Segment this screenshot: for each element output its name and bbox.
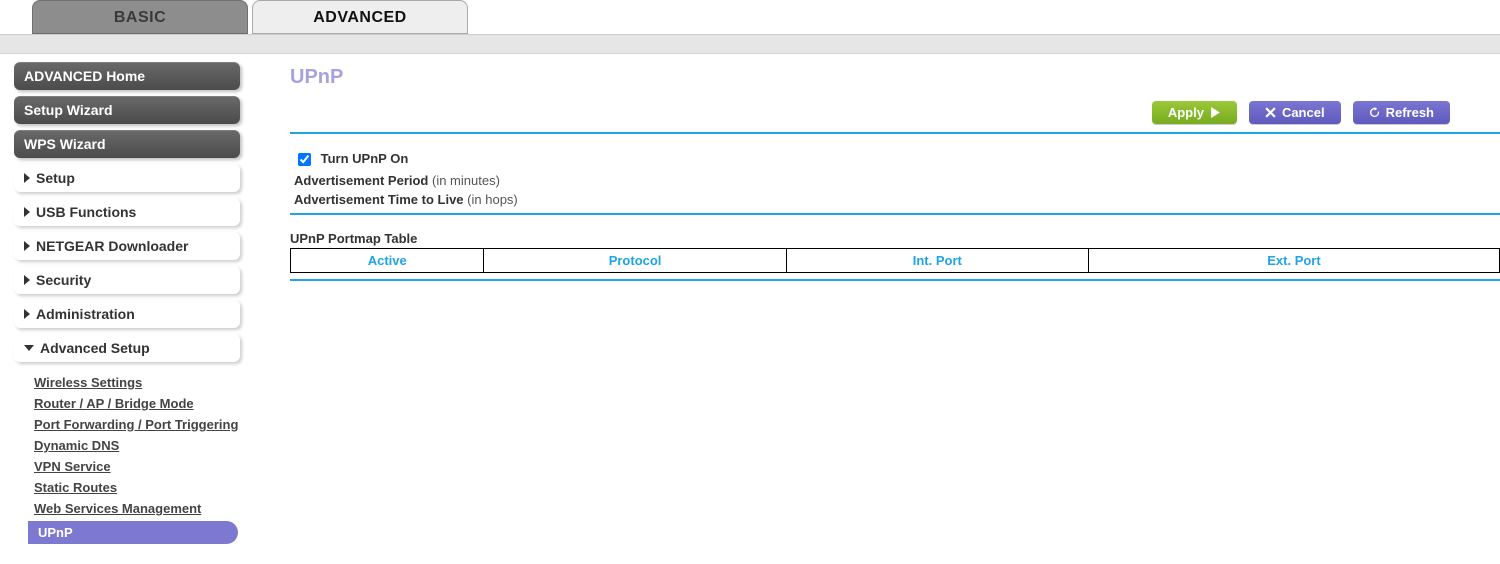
- turn-upnp-on-checkbox[interactable]: [298, 153, 311, 166]
- subnav-static-routes[interactable]: Static Routes: [34, 477, 240, 498]
- sidebar: ADVANCED Home Setup Wizard WPS Wizard Se…: [0, 54, 250, 564]
- row-turn-upnp-on: Turn UPnP On: [294, 150, 1500, 169]
- sidebar-item-security[interactable]: Security: [14, 266, 240, 294]
- sidebar-submenu: Wireless Settings Router / AP / Bridge M…: [14, 368, 240, 544]
- sidebar-item-label: Security: [36, 272, 91, 288]
- sidebar-item-advanced-setup[interactable]: Advanced Setup: [14, 334, 240, 362]
- chevron-right-icon: [24, 207, 30, 217]
- sidebar-item-label: Setup: [36, 170, 75, 186]
- tab-strip: [0, 34, 1500, 54]
- subnav-wireless-settings[interactable]: Wireless Settings: [34, 372, 240, 393]
- button-label: Apply: [1168, 105, 1204, 120]
- subnav-port-forwarding[interactable]: Port Forwarding / Port Triggering: [34, 414, 240, 435]
- chevron-right-icon: [24, 173, 30, 183]
- col-protocol: Protocol: [484, 249, 786, 273]
- ad-ttl-label: Advertisement Time to Live: [294, 192, 464, 207]
- sidebar-item-administration[interactable]: Administration: [14, 300, 240, 328]
- divider: [290, 132, 1500, 134]
- button-label: Cancel: [1282, 105, 1325, 120]
- portmap-table: Active Protocol Int. Port Ext. Port: [290, 248, 1500, 273]
- turn-upnp-on-label: Turn UPnP On: [321, 151, 409, 166]
- close-icon: [1265, 107, 1276, 118]
- row-ad-period: Advertisement Period (in minutes): [294, 173, 1500, 188]
- button-label: Refresh: [1386, 105, 1434, 120]
- sidebar-item-label: NETGEAR Downloader: [36, 238, 188, 254]
- sidebar-item-usb-functions[interactable]: USB Functions: [14, 198, 240, 226]
- chevron-right-icon: [24, 241, 30, 251]
- sidebar-pill-advanced-home[interactable]: ADVANCED Home: [14, 62, 240, 90]
- play-icon: [1210, 107, 1221, 118]
- sidebar-item-netgear-downloader[interactable]: NETGEAR Downloader: [14, 232, 240, 260]
- subnav-router-ap-bridge[interactable]: Router / AP / Bridge Mode: [34, 393, 240, 414]
- subnav-dynamic-dns[interactable]: Dynamic DNS: [34, 435, 240, 456]
- refresh-button[interactable]: Refresh: [1353, 101, 1450, 124]
- sidebar-pill-wps-wizard[interactable]: WPS Wizard: [14, 130, 240, 158]
- chevron-down-icon: [24, 345, 34, 351]
- sidebar-pill-setup-wizard[interactable]: Setup Wizard: [14, 96, 240, 124]
- divider: [290, 279, 1500, 281]
- sidebar-item-setup[interactable]: Setup: [14, 164, 240, 192]
- col-ext-port: Ext. Port: [1088, 249, 1499, 273]
- ad-ttl-unit: (in hops): [467, 192, 518, 207]
- col-active: Active: [291, 249, 484, 273]
- ad-period-label: Advertisement Period: [294, 173, 428, 188]
- row-ad-ttl: Advertisement Time to Live (in hops): [294, 192, 1500, 207]
- chevron-right-icon: [24, 309, 30, 319]
- sidebar-item-label: Advanced Setup: [40, 340, 150, 356]
- cancel-button[interactable]: Cancel: [1249, 101, 1341, 124]
- content: UPnP Apply Cancel Refresh Turn UPnP On: [250, 54, 1500, 564]
- sidebar-item-label: USB Functions: [36, 204, 136, 220]
- tab-basic[interactable]: BASIC: [32, 0, 248, 34]
- ad-period-unit: (in minutes): [432, 173, 500, 188]
- portmap-table-title: UPnP Portmap Table: [290, 231, 1500, 246]
- tab-advanced[interactable]: ADVANCED: [252, 0, 468, 34]
- refresh-icon: [1369, 107, 1380, 118]
- apply-button[interactable]: Apply: [1152, 101, 1237, 124]
- subnav-web-services-management[interactable]: Web Services Management: [34, 498, 240, 519]
- col-int-port: Int. Port: [786, 249, 1088, 273]
- chevron-right-icon: [24, 275, 30, 285]
- sidebar-item-label: Administration: [36, 306, 135, 322]
- divider: [290, 213, 1500, 215]
- subnav-upnp[interactable]: UPnP: [28, 521, 238, 544]
- action-bar: Apply Cancel Refresh: [290, 101, 1500, 124]
- page-title: UPnP: [290, 66, 1500, 89]
- subnav-vpn-service[interactable]: VPN Service: [34, 456, 240, 477]
